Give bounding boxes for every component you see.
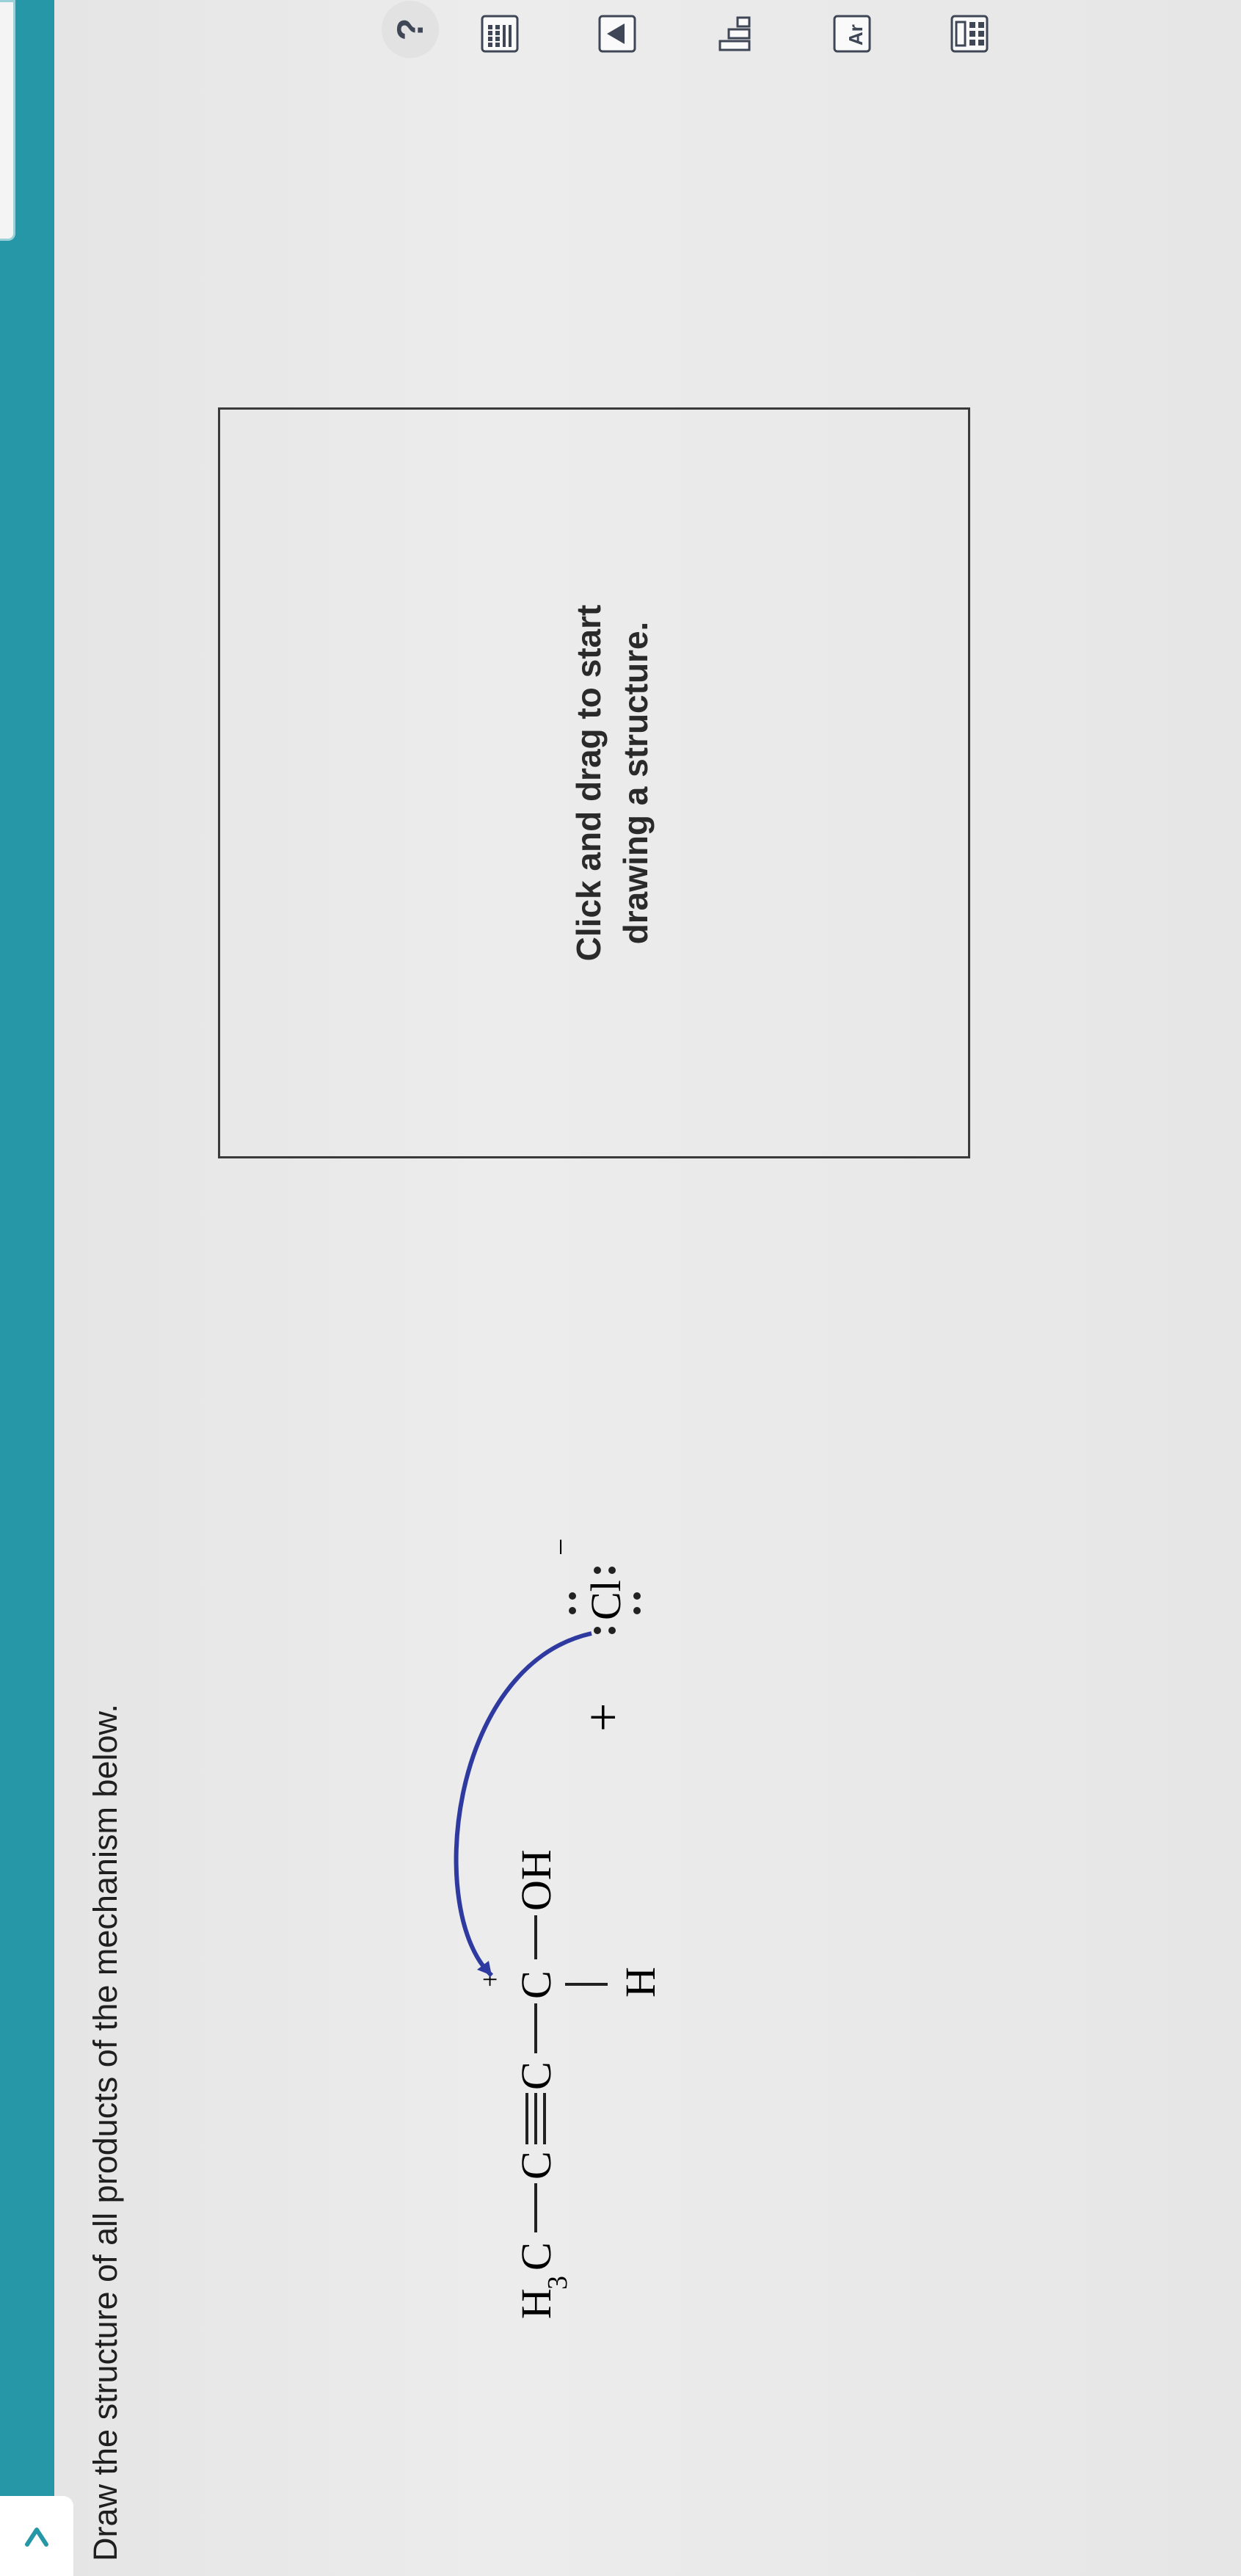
h3c-label: H (512, 2288, 560, 2319)
lone-pair-bottom-1 (633, 1607, 641, 1614)
question-instruction: Draw the structure of all products of th… (87, 1703, 124, 2561)
plus-sign: + (575, 1703, 632, 1732)
canvas-placeholder: Click and drag to start drawing a struct… (565, 410, 659, 1156)
play-button[interactable] (594, 11, 640, 57)
lone-pair-top-1 (569, 1607, 576, 1614)
lone-pair-top-2 (569, 1592, 576, 1600)
periodic-table-button[interactable] (477, 11, 523, 57)
periodic-table-icon (481, 15, 519, 53)
h-label: H (616, 1967, 664, 1998)
question-content: Draw the structure of all products of th… (0, 0, 1241, 2576)
calculator-button[interactable] (947, 11, 992, 57)
calculator-icon (950, 15, 989, 53)
drawing-canvas[interactable]: Click and drag to start drawing a struct… (218, 407, 970, 1158)
c1-label: C (512, 2242, 560, 2271)
lone-pair-bottom-2 (633, 1592, 641, 1600)
template-button[interactable]: Ar (829, 11, 875, 57)
bar-chart-icon (718, 16, 751, 51)
chloride-label: Cl (582, 1580, 630, 1620)
help-button[interactable]: ? (382, 1, 439, 58)
placeholder-line-1: Click and drag to start (569, 604, 608, 962)
mechanism-diagram: H 3 C C C C + OH H + Cl − (454, 1538, 664, 2319)
play-icon (598, 15, 636, 53)
template-icon: Ar (833, 15, 871, 53)
placeholder-line-2: drawing a structure. (616, 621, 655, 945)
chloride-charge: − (545, 1538, 578, 1556)
bar-tool-button[interactable] (712, 11, 757, 57)
lone-pair-left-2 (608, 1627, 616, 1634)
lone-pair-right-2 (608, 1567, 616, 1574)
page: Draw the structure of all products of th… (0, 0, 1241, 2576)
oh-label: OH (512, 1849, 560, 1911)
template-label: Ar (845, 24, 867, 46)
h3c-subscript: 3 (542, 2276, 573, 2290)
lone-pair-left-1 (594, 1627, 601, 1634)
lone-pair-right-1 (594, 1567, 601, 1574)
c3-label: C (512, 2061, 560, 2090)
curved-arrow (454, 1631, 592, 1978)
c2-label: C (512, 2151, 560, 2180)
c4-label: C (512, 1970, 560, 1999)
